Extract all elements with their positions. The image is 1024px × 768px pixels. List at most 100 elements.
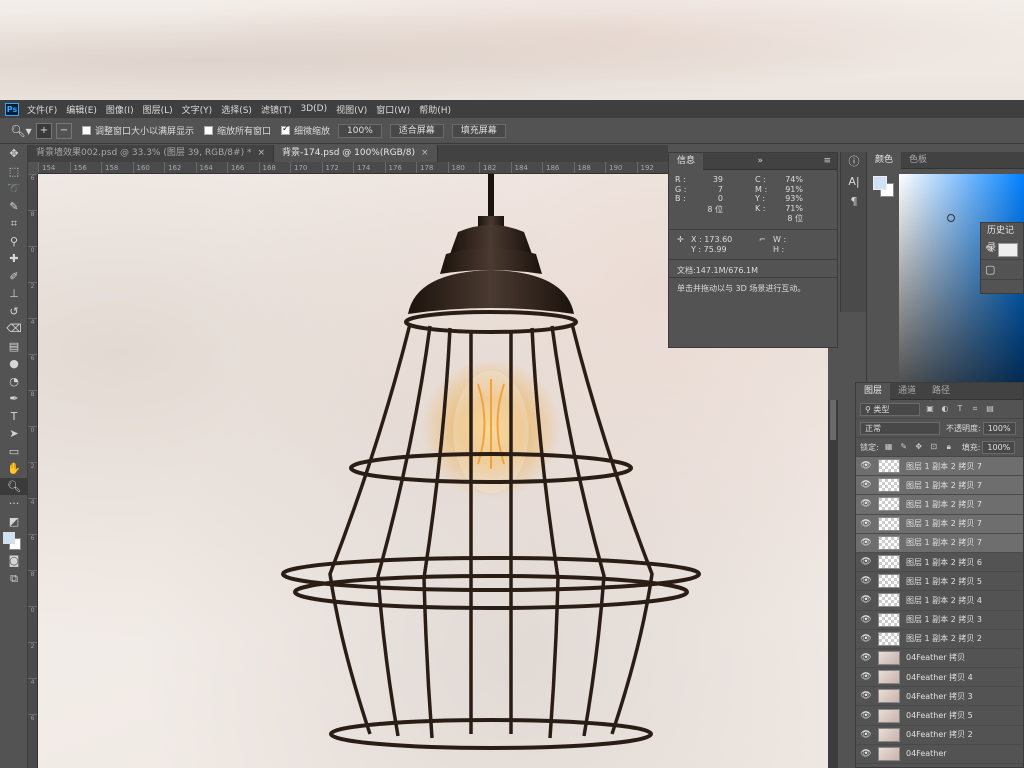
layer-row[interactable]: 👁︎ 图层 1 副本 2 拷贝 3 bbox=[856, 611, 1023, 630]
eye-icon[interactable]: 👁︎ bbox=[856, 557, 876, 567]
eye-icon[interactable]: 👁︎ bbox=[856, 538, 876, 548]
eye-icon[interactable]: 👁︎ bbox=[856, 576, 876, 586]
layer-row[interactable]: 👁︎ 图层 1 副本 2 拷贝 2 bbox=[856, 630, 1023, 649]
tab-history[interactable]: 历史记录 bbox=[981, 222, 1023, 253]
canvas-vertical-scrollbar[interactable] bbox=[828, 400, 838, 768]
adjustment-filter-icon[interactable]: ◐ bbox=[940, 404, 950, 414]
checkbox-box[interactable] bbox=[204, 126, 214, 135]
layer-kind-filter[interactable]: ⚲ 类型 bbox=[860, 402, 920, 416]
character-panel-icon[interactable]: A| bbox=[841, 172, 867, 192]
zoom-tool-icon[interactable]: 🔍︎ bbox=[0, 477, 28, 495]
tab-color[interactable]: 颜色 bbox=[867, 151, 902, 169]
layer-row[interactable]: 👁︎ 04Feather 拷贝 3 bbox=[856, 687, 1023, 707]
layer-row[interactable]: 👁︎ 图层 1 副本 2 拷贝 5 bbox=[856, 572, 1023, 592]
checkbox-box[interactable] bbox=[82, 126, 91, 135]
layer-row[interactable]: 👁︎ 04Feather bbox=[856, 745, 1023, 764]
lock-artboard-icon[interactable]: ⊡ bbox=[929, 442, 939, 452]
paragraph-panel-icon[interactable]: ¶ bbox=[841, 192, 867, 212]
layer-row[interactable]: 👁︎ 图层 1 副本 2 拷贝 7 bbox=[856, 457, 1023, 477]
eraser-tool-icon[interactable]: ⌫ bbox=[0, 320, 28, 338]
pixel-filter-icon[interactable]: ▣ bbox=[925, 404, 935, 414]
fill-screen-button[interactable]: 填充屏幕 bbox=[451, 123, 506, 138]
tab-paths[interactable]: 路径 bbox=[924, 383, 958, 400]
history-state-row[interactable]: ▢ bbox=[981, 260, 1023, 280]
shape-filter-icon[interactable]: ⌗ bbox=[970, 404, 980, 414]
menu-image[interactable]: 图像(I) bbox=[106, 103, 134, 116]
clone-stamp-tool-icon[interactable]: ⊥ bbox=[0, 285, 28, 303]
eye-icon[interactable]: 👁︎ bbox=[856, 749, 876, 759]
layer-row[interactable]: 👁︎ 04Feather 拷贝 5 bbox=[856, 706, 1023, 726]
color-swatches[interactable] bbox=[0, 530, 27, 552]
healing-brush-tool-icon[interactable]: ✚ bbox=[0, 250, 28, 268]
layer-row[interactable]: 👁︎ 图层 1 副本 2 拷贝 7 bbox=[856, 476, 1023, 496]
quick-select-tool-icon[interactable]: ✎ bbox=[0, 198, 28, 216]
gradient-tool-icon[interactable]: ▤ bbox=[0, 338, 28, 356]
layer-row[interactable]: 👁︎ 图层 1 副本 2 拷贝 7 bbox=[856, 495, 1023, 515]
layer-row[interactable]: 👁︎ 图层 1 副本 2 拷贝 4 bbox=[856, 591, 1023, 611]
lock-position-icon[interactable]: ✥ bbox=[914, 442, 924, 452]
resize-windows-checkbox[interactable]: 调整窗口大小以满屏显示 bbox=[82, 124, 194, 137]
smart-object-filter-icon[interactable]: ▤ bbox=[985, 404, 995, 414]
eye-icon[interactable]: 👁︎ bbox=[856, 730, 876, 740]
eye-icon[interactable]: 👁︎ bbox=[856, 499, 876, 509]
lock-pixels-icon[interactable]: ✎ bbox=[899, 442, 909, 452]
menu-select[interactable]: 选择(S) bbox=[221, 103, 252, 116]
lock-all-icon[interactable]: 🔒︎ bbox=[944, 442, 954, 452]
scrollbar-thumb[interactable] bbox=[830, 400, 836, 440]
eye-icon[interactable]: 👁︎ bbox=[856, 480, 876, 490]
more-tools-icon[interactable]: ··· bbox=[0, 495, 28, 513]
eye-icon[interactable]: 👁︎ bbox=[856, 691, 876, 701]
default-colors-icon[interactable]: ◩ bbox=[0, 513, 28, 531]
tab-document-2[interactable]: 背景-174.psd @ 100%(RGB/8) × bbox=[274, 145, 438, 162]
layer-row[interactable]: 👁︎ 04Feather 拷贝 2 bbox=[856, 726, 1023, 745]
move-tool-icon[interactable]: ✥ bbox=[0, 145, 28, 163]
tab-swatches[interactable]: 色板 bbox=[901, 152, 935, 169]
eye-icon[interactable]: 👁︎ bbox=[856, 711, 876, 721]
path-selection-tool-icon[interactable]: ➤ bbox=[0, 425, 28, 443]
close-icon[interactable]: × bbox=[257, 148, 265, 158]
panel-menu-icon[interactable]: ≡ bbox=[823, 156, 837, 166]
eye-icon[interactable]: 👁︎ bbox=[856, 672, 876, 682]
menu-layer[interactable]: 图层(L) bbox=[143, 103, 173, 116]
eye-icon[interactable]: 👁︎ bbox=[856, 461, 876, 471]
layer-row[interactable]: 👁︎ 04Feather 拷贝 bbox=[856, 649, 1023, 669]
tab-layers[interactable]: 图层 bbox=[856, 382, 891, 400]
lock-transparent-icon[interactable]: ▦ bbox=[884, 442, 894, 452]
eye-icon[interactable]: 👁︎ bbox=[856, 519, 876, 529]
scrubby-zoom-checkbox[interactable]: 细微缩放 bbox=[281, 124, 330, 137]
hand-tool-icon[interactable]: ✋ bbox=[0, 460, 28, 478]
eye-icon[interactable]: 👁︎ bbox=[856, 595, 876, 605]
eyedropper-tool-icon[interactable]: ⚲ bbox=[0, 233, 28, 251]
dodge-tool-icon[interactable]: ◔ bbox=[0, 373, 28, 391]
zoom-all-windows-checkbox[interactable]: 缩放所有窗口 bbox=[204, 124, 271, 137]
type-filter-icon[interactable]: T bbox=[955, 404, 965, 414]
layer-row[interactable]: 👁︎ 图层 1 副本 2 拷贝 7 bbox=[856, 514, 1023, 534]
menu-3d[interactable]: 3D(D) bbox=[300, 104, 327, 114]
zoom-100-button[interactable]: 100% bbox=[338, 123, 382, 138]
color-picker-cursor[interactable] bbox=[947, 214, 955, 222]
fit-screen-button[interactable]: 适合屏幕 bbox=[389, 123, 444, 138]
marquee-tool-icon[interactable]: ⬚ bbox=[0, 163, 28, 181]
blur-tool-icon[interactable]: ● bbox=[0, 355, 28, 373]
info-panel-icon[interactable]: ⓘ bbox=[841, 152, 867, 172]
opacity-input[interactable]: 100% bbox=[982, 421, 1016, 435]
layer-row[interactable]: 👁︎ 04Feather 拷贝 4 bbox=[856, 668, 1023, 688]
eye-icon[interactable]: 👁︎ bbox=[856, 653, 876, 663]
pen-tool-icon[interactable]: ✒ bbox=[0, 390, 28, 408]
layer-row[interactable]: 👁︎ 图层 1 副本 2 拷贝 7 bbox=[856, 533, 1023, 553]
lasso-tool-icon[interactable]: ➰ bbox=[0, 180, 28, 198]
zoom-tool-preset-icon[interactable]: 🔍︎▾ bbox=[10, 123, 32, 139]
close-icon[interactable]: × bbox=[421, 148, 429, 158]
checkbox-box-checked[interactable] bbox=[281, 124, 291, 135]
zoom-in-icon[interactable]: + bbox=[36, 122, 52, 139]
tab-document-1[interactable]: 背景墙效果002.psd @ 33.3% (图层 39, RGB/8#) * × bbox=[28, 145, 274, 162]
menu-help[interactable]: 帮助(H) bbox=[419, 103, 451, 116]
history-brush-tool-icon[interactable]: ↺ bbox=[0, 303, 28, 321]
crop-tool-icon[interactable]: ⌗ bbox=[0, 215, 28, 233]
menu-filter[interactable]: 滤镜(T) bbox=[261, 103, 292, 116]
layer-row[interactable]: 👁︎ 图层 1 副本 2 拷贝 6 bbox=[856, 553, 1023, 573]
quick-mask-icon[interactable]: ◙ bbox=[0, 552, 28, 570]
menu-edit[interactable]: 编辑(E) bbox=[66, 103, 97, 116]
foreground-color-swatch[interactable] bbox=[3, 532, 15, 544]
rectangle-tool-icon[interactable]: ▭ bbox=[0, 443, 28, 461]
